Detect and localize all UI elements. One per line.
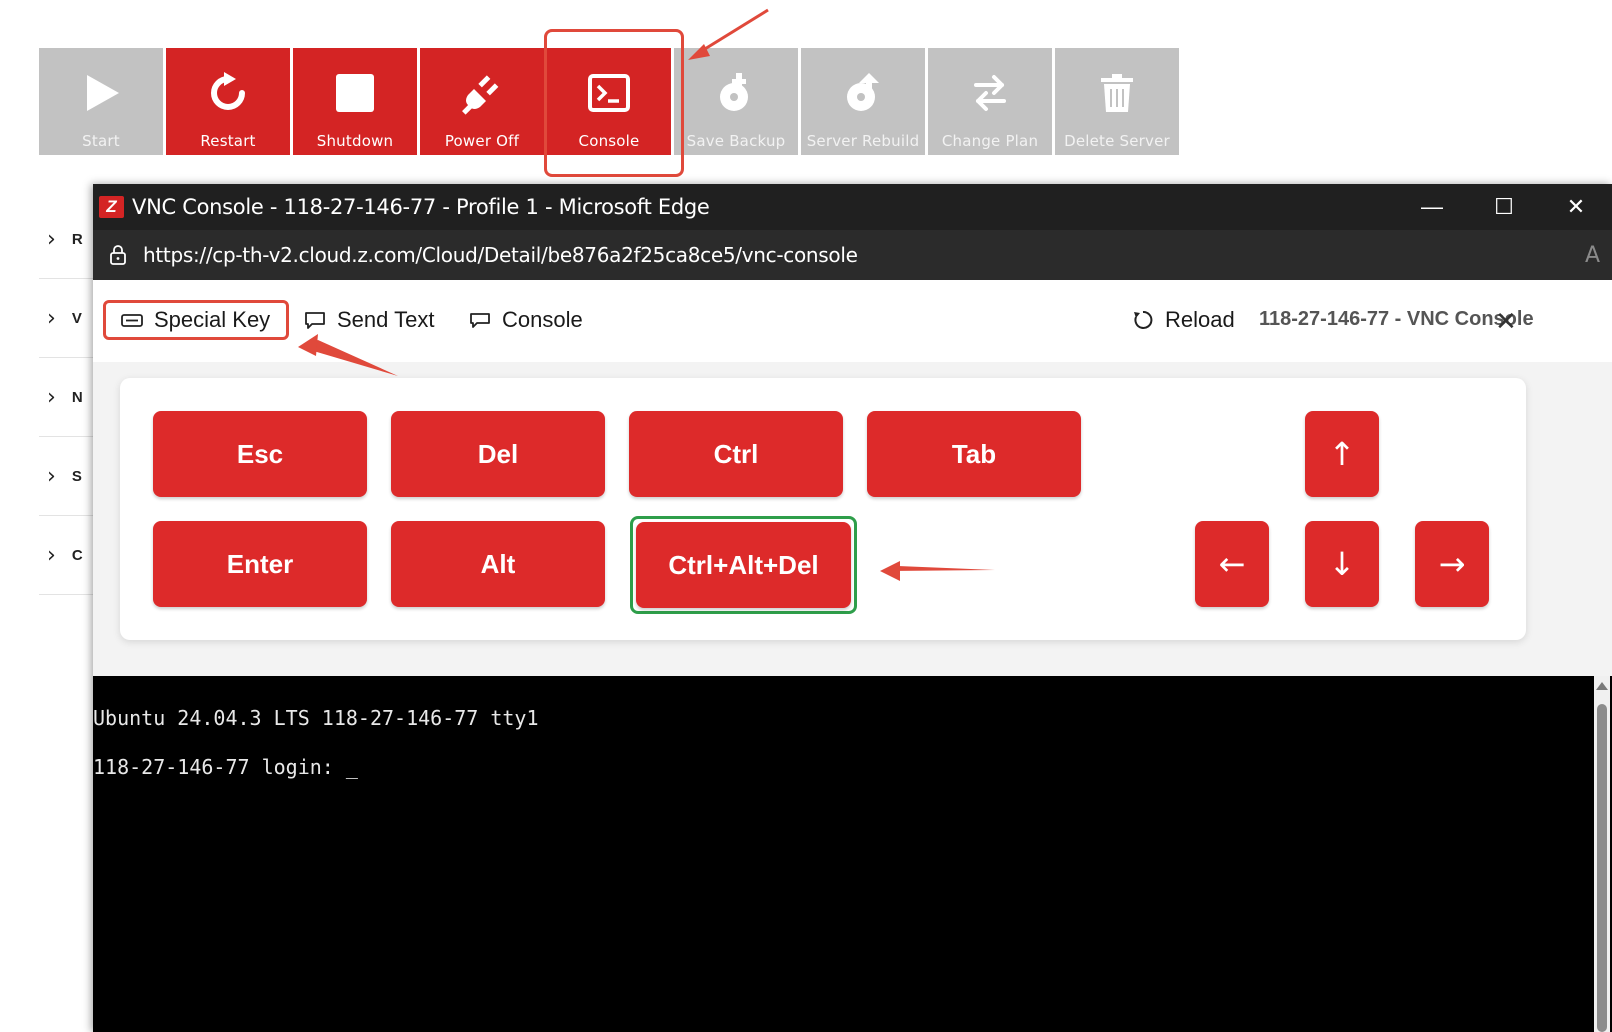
swap-arrows-icon bbox=[967, 70, 1013, 116]
power-off-label: Power Off bbox=[444, 132, 520, 150]
sidebar-row[interactable]: › C bbox=[39, 516, 99, 595]
shutdown-label: Shutdown bbox=[316, 132, 394, 150]
arrow-down-button[interactable]: ↓ bbox=[1305, 521, 1379, 607]
shutdown-button[interactable]: Shutdown bbox=[293, 48, 417, 155]
enter-key-button[interactable]: Enter bbox=[153, 521, 367, 607]
address-bar[interactable]: https://cp-th-v2.cloud.z.com/Cloud/Detai… bbox=[93, 230, 1612, 280]
stop-icon bbox=[332, 70, 378, 116]
chevron-right-icon: › bbox=[47, 384, 56, 410]
sidebar-row[interactable]: › R bbox=[39, 200, 99, 279]
arrow-left-button[interactable]: ← bbox=[1195, 521, 1269, 607]
maximize-button[interactable]: ☐ bbox=[1468, 184, 1540, 230]
vnc-screen[interactable]: Ubuntu 24.04.3 LTS 118-27-146-77 tty1 11… bbox=[93, 676, 1612, 1032]
alt-key-button[interactable]: Alt bbox=[391, 521, 605, 607]
console-highlight-box bbox=[544, 29, 684, 177]
start-label: Start bbox=[82, 132, 120, 150]
terminal-scrollbar[interactable] bbox=[1594, 676, 1610, 1032]
terminal-line: Ubuntu 24.04.3 LTS 118-27-146-77 tty1 bbox=[93, 706, 539, 730]
ctrl-alt-del-button[interactable]: Ctrl+Alt+Del bbox=[636, 522, 851, 608]
sidebar-row[interactable]: › N bbox=[39, 358, 99, 437]
reload-icon bbox=[1134, 310, 1153, 329]
message-icon bbox=[305, 312, 325, 329]
reload-label: Reload bbox=[1165, 307, 1235, 332]
restart-label: Restart bbox=[200, 132, 256, 150]
play-icon bbox=[78, 70, 124, 116]
arrow-right-button[interactable]: → bbox=[1415, 521, 1489, 607]
delete-server-label: Delete Server bbox=[1064, 132, 1170, 150]
minimize-button[interactable]: — bbox=[1396, 184, 1468, 230]
start-button[interactable]: Start bbox=[39, 48, 163, 155]
change-plan-label: Change Plan bbox=[941, 132, 1039, 150]
special-key-tab[interactable]: Special Key bbox=[103, 300, 289, 340]
sidebar: › R › V › N › S › C bbox=[39, 200, 99, 595]
change-plan-button[interactable]: Change Plan bbox=[928, 48, 1052, 155]
save-backup-label: Save Backup bbox=[686, 132, 786, 150]
arrow-up-button[interactable]: ↑ bbox=[1305, 411, 1379, 497]
power-off-button[interactable]: Power Off bbox=[420, 48, 544, 155]
window-controls: — ☐ ✕ bbox=[1396, 184, 1612, 230]
del-key-button[interactable]: Del bbox=[391, 411, 605, 497]
terminal-login-prompt: 118-27-146-77 login: _ bbox=[93, 755, 358, 779]
tab-key-button[interactable]: Tab bbox=[867, 411, 1081, 497]
send-text-label: Send Text bbox=[337, 307, 435, 332]
delete-server-button[interactable]: Delete Server bbox=[1055, 48, 1179, 155]
rebuild-icon bbox=[840, 70, 886, 116]
keyboard-icon bbox=[121, 314, 143, 327]
close-window-button[interactable]: ✕ bbox=[1540, 184, 1612, 230]
ctrl-key-button[interactable]: Ctrl bbox=[629, 411, 843, 497]
sidebar-row[interactable]: › S bbox=[39, 437, 99, 516]
scroll-up-arrow-icon[interactable] bbox=[1596, 682, 1608, 690]
send-text-tab[interactable]: Send Text bbox=[303, 300, 434, 340]
window-titlebar[interactable]: Z VNC Console - 118-27-146-77 - Profile … bbox=[93, 184, 1612, 230]
sidebar-row[interactable]: › V bbox=[39, 279, 99, 358]
vnc-page-title: 118-27-146-77 - VNC Console bbox=[1259, 308, 1534, 330]
server-rebuild-button[interactable]: Server Rebuild bbox=[801, 48, 925, 155]
window-title: VNC Console - 118-27-146-77 - Profile 1 … bbox=[132, 195, 710, 219]
chevron-right-icon: › bbox=[47, 463, 56, 489]
esc-key-button[interactable]: Esc bbox=[153, 411, 367, 497]
vnc-page: Special Key Send Text Console Reload 118… bbox=[93, 280, 1612, 1032]
z-logo-icon: Z bbox=[99, 196, 124, 218]
plug-icon bbox=[459, 70, 505, 116]
vnc-console-window: Z VNC Console - 118-27-146-77 - Profile … bbox=[93, 184, 1612, 1032]
vnc-navbar: Special Key Send Text Console Reload 118… bbox=[93, 280, 1612, 362]
console-tab-label: Console bbox=[502, 307, 583, 332]
chevron-right-icon: › bbox=[47, 542, 56, 568]
read-aloud-icon[interactable]: A bbox=[1585, 243, 1600, 268]
special-keys-panel: Esc Del Ctrl Tab Enter Alt Ctrl+Alt+Del … bbox=[120, 378, 1526, 640]
chevron-right-icon: › bbox=[47, 226, 56, 252]
trash-icon bbox=[1094, 70, 1140, 116]
save-backup-button[interactable]: Save Backup bbox=[674, 48, 798, 155]
server-rebuild-label: Server Rebuild bbox=[806, 132, 920, 150]
console-tab[interactable]: Console bbox=[468, 300, 583, 340]
close-icon[interactable]: ✕ bbox=[1495, 306, 1517, 337]
restart-button[interactable]: Restart bbox=[166, 48, 290, 155]
backup-icon bbox=[713, 70, 759, 116]
chevron-right-icon: › bbox=[47, 305, 56, 331]
url-text[interactable]: https://cp-th-v2.cloud.z.com/Cloud/Detai… bbox=[143, 243, 858, 267]
lock-icon bbox=[110, 245, 126, 265]
special-key-label: Special Key bbox=[154, 307, 271, 332]
restart-icon bbox=[205, 70, 251, 116]
message-icon bbox=[470, 313, 490, 328]
scroll-thumb[interactable] bbox=[1597, 704, 1607, 1032]
reload-button[interactable]: Reload bbox=[1131, 300, 1235, 340]
